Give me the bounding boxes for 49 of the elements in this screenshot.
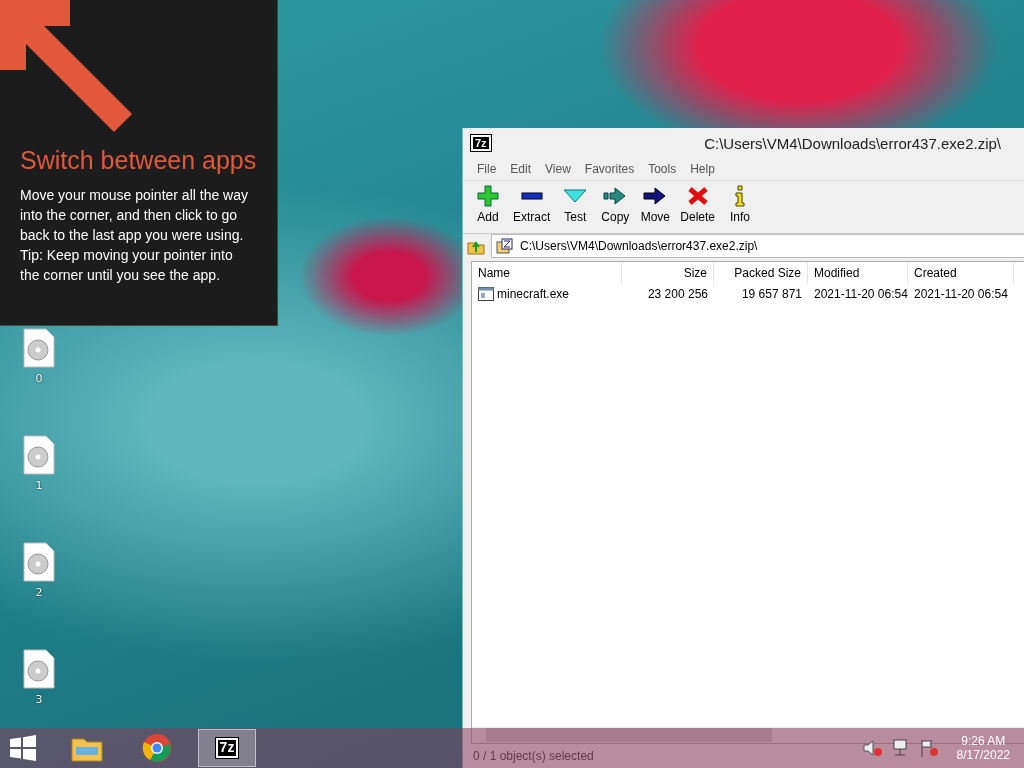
table-cell-text: 2021-11-20 06:54 xyxy=(813,286,908,303)
disc-file-icon xyxy=(23,542,55,582)
table-cell-text: 19 657 871 xyxy=(740,286,803,303)
menu-item[interactable]: File xyxy=(471,162,503,176)
desktop-icon-label[interactable]: 2 xyxy=(35,586,43,599)
window-title: C:\Users\VM4\Downloads\error437.exe2.zip\ xyxy=(704,134,1001,152)
status-text: 0 / 1 object(s) selected xyxy=(473,749,594,763)
toolbar-button[interactable]: Test xyxy=(556,185,595,229)
arrow-right-icon xyxy=(643,185,668,207)
arrow-right-icon xyxy=(603,185,628,207)
speaker-muted-icon[interactable] xyxy=(862,739,883,757)
menu-item[interactable]: Tools xyxy=(642,162,683,176)
table-cell: minecraft.exe xyxy=(472,284,622,304)
disc-file-icon xyxy=(23,435,55,475)
column-header[interactable]: Modified xyxy=(808,262,908,284)
toolbar-button[interactable]: Delete xyxy=(676,185,720,229)
archive-logo: 7z xyxy=(215,738,239,758)
menu-item[interactable]: Edit xyxy=(504,162,538,176)
windows-icon xyxy=(10,735,36,761)
toolbar-button[interactable]: Add xyxy=(469,185,507,229)
tip-text: Move your mouse pointer all the way into the corner, and then click to go back to the last app you were using. xyxy=(20,186,249,245)
disc-file-icon xyxy=(23,328,55,368)
address-text: C:\Users\VM4\Downloads\error437.exe2.zip\ xyxy=(520,239,758,253)
column-header[interactable]: Packed Size xyxy=(714,262,808,284)
toolbar-button[interactable]: Move xyxy=(636,185,675,229)
browser-icon xyxy=(142,733,172,763)
column-header[interactable]: Size xyxy=(622,262,714,284)
flag-icon[interactable] xyxy=(918,739,939,757)
menu-item[interactable]: Favorites xyxy=(578,162,641,176)
archive-icon xyxy=(496,238,514,254)
tip-title: Switch between apps xyxy=(20,146,258,175)
tip-text: Tip: Keep moving your pointer into the corner until you see the app. xyxy=(20,246,234,285)
arrow-up-left-icon xyxy=(0,0,132,132)
column-header[interactable]: Created xyxy=(908,262,1014,284)
menu-item[interactable]: View xyxy=(539,162,577,176)
toolbar-button[interactable]: Info xyxy=(721,185,760,229)
table-cell-text: 2021-11-20 06:54 xyxy=(913,286,1009,303)
column-header[interactable]: Name xyxy=(472,262,622,284)
desktop-icon-label[interactable]: 3 xyxy=(35,693,43,706)
toolbar-button[interactable]: Copy xyxy=(596,185,635,229)
address-field[interactable]: C:\Users\VM4\Downloads\error437.exe2.zip\ xyxy=(491,234,1024,258)
toolbar-button[interactable]: Extract xyxy=(509,185,555,229)
app-logo: 7z xyxy=(471,134,491,152)
file-icon xyxy=(478,287,494,301)
menu-item[interactable]: Help xyxy=(684,162,721,176)
plus-icon xyxy=(476,185,500,207)
taskbar-app-button[interactable]: 7z xyxy=(198,729,256,767)
table-cell-text: 23 200 256 xyxy=(646,286,709,303)
disc-file-icon xyxy=(23,649,55,689)
